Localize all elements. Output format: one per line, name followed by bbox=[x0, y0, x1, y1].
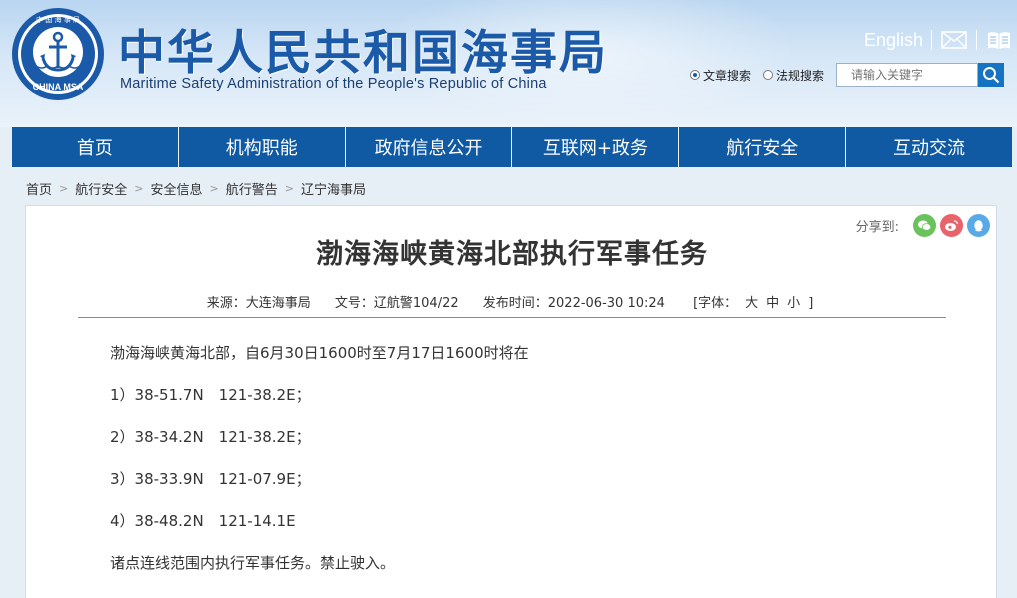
breadcrumb: 首页 > 航行安全 > 安全信息 > 航行警告 > 辽宁海事局 bbox=[26, 178, 366, 198]
top-links: English bbox=[864, 27, 1013, 53]
search-option-law[interactable]: 法规搜索 bbox=[763, 67, 824, 84]
article-panel: 分享到: 渤海海峡黄海北部执行军事任务 来源：大连海事局 文号：辽航警104/2… bbox=[25, 205, 997, 598]
breadcrumb-item[interactable]: 首页 bbox=[26, 179, 52, 198]
breadcrumb-item[interactable]: 航行安全 bbox=[75, 179, 127, 198]
chevron-right-icon: > bbox=[209, 181, 219, 195]
article-paragraph: 2）38-34.2N 121-38.2E； bbox=[110, 428, 311, 446]
site-header: CHINA MSA 中 国 海 事 局 中华人民共和国海事局 Maritime … bbox=[0, 0, 1017, 127]
nav-item-home[interactable]: 首页 bbox=[12, 127, 179, 167]
font-size-large[interactable]: 大 bbox=[745, 296, 758, 311]
mail-icon[interactable] bbox=[940, 29, 968, 51]
breadcrumb-item[interactable]: 航行警告 bbox=[226, 179, 278, 198]
search-input[interactable] bbox=[836, 63, 979, 87]
chevron-right-icon: > bbox=[134, 181, 144, 195]
article-paragraph: 诸点连线范围内执行军事任务。禁止驶入。 bbox=[110, 554, 396, 572]
search-icon bbox=[983, 67, 1000, 84]
article-paragraph: 4）38-48.2N 121-14.1E bbox=[110, 512, 296, 530]
english-link[interactable]: English bbox=[864, 30, 923, 51]
nav-item-gov-info[interactable]: 政府信息公开 bbox=[346, 127, 513, 167]
search-button[interactable] bbox=[978, 63, 1005, 87]
search-bar: 文章搜索 法规搜索 bbox=[690, 62, 1005, 88]
nav-item-interaction[interactable]: 互动交流 bbox=[846, 127, 1012, 167]
logo-top-text: 中 国 海 事 局 bbox=[36, 15, 80, 24]
anchor-logo[interactable]: CHINA MSA 中 国 海 事 局 bbox=[10, 6, 106, 102]
search-option-article[interactable]: 文章搜索 bbox=[690, 67, 751, 84]
search-option-label: 法规搜索 bbox=[776, 68, 825, 83]
main-nav: 首页 机构职能 政府信息公开 互联网+政务 航行安全 互动交流 bbox=[12, 127, 1012, 167]
nav-item-navigation-safety[interactable]: 航行安全 bbox=[679, 127, 847, 167]
nav-item-functions[interactable]: 机构职能 bbox=[179, 127, 346, 167]
font-size-medium[interactable]: 中 bbox=[766, 296, 779, 311]
radio-article[interactable] bbox=[690, 70, 700, 80]
article-meta: 来源：大连海事局 文号：辽航警104/22 发布时间：2022-06-30 10… bbox=[26, 292, 998, 311]
nav-item-internet-gov[interactable]: 互联网+政务 bbox=[512, 127, 680, 167]
article-paragraph: 渤海海峡黄海北部，自6月30日1600时至7月17日1600时将在 bbox=[110, 344, 529, 362]
article-paragraph: 1）38-51.7N 121-38.2E； bbox=[110, 386, 311, 404]
article-publish-time: 发布时间：2022-06-30 10:24 bbox=[482, 296, 665, 311]
font-size-control: [字体： 大中小] bbox=[689, 296, 817, 311]
breadcrumb-item[interactable]: 安全信息 bbox=[150, 179, 202, 198]
logo-bottom-text: CHINA MSA bbox=[33, 82, 84, 92]
font-size-small[interactable]: 小 bbox=[787, 296, 800, 311]
article-paragraph: 3）38-33.9N 121-07.9E； bbox=[110, 470, 311, 488]
site-title: 中华人民共和国海事局 bbox=[118, 26, 608, 81]
article-body: 渤海海峡黄海北部，自6月30日1600时至7月17日1600时将在 1）38-5… bbox=[110, 342, 930, 594]
chevron-right-icon: > bbox=[284, 181, 294, 195]
radio-law[interactable] bbox=[763, 70, 774, 80]
book-icon[interactable] bbox=[985, 29, 1013, 51]
separator bbox=[931, 30, 932, 50]
separator bbox=[976, 30, 977, 50]
breadcrumb-item[interactable]: 辽宁海事局 bbox=[301, 179, 366, 198]
article-doc-number: 文号：辽航警104/22 bbox=[334, 296, 459, 311]
divider bbox=[78, 317, 946, 318]
site-subtitle: Maritime Safety Administration of the Pe… bbox=[120, 76, 547, 92]
article-title: 渤海海峡黄海北部执行军事任务 bbox=[316, 239, 708, 270]
search-option-label: 文章搜索 bbox=[703, 68, 752, 83]
font-size-label: [字体： bbox=[693, 296, 738, 311]
article-source: 来源：大连海事局 bbox=[206, 296, 311, 311]
chevron-right-icon: > bbox=[59, 181, 69, 195]
font-size-close: ] bbox=[808, 296, 814, 311]
